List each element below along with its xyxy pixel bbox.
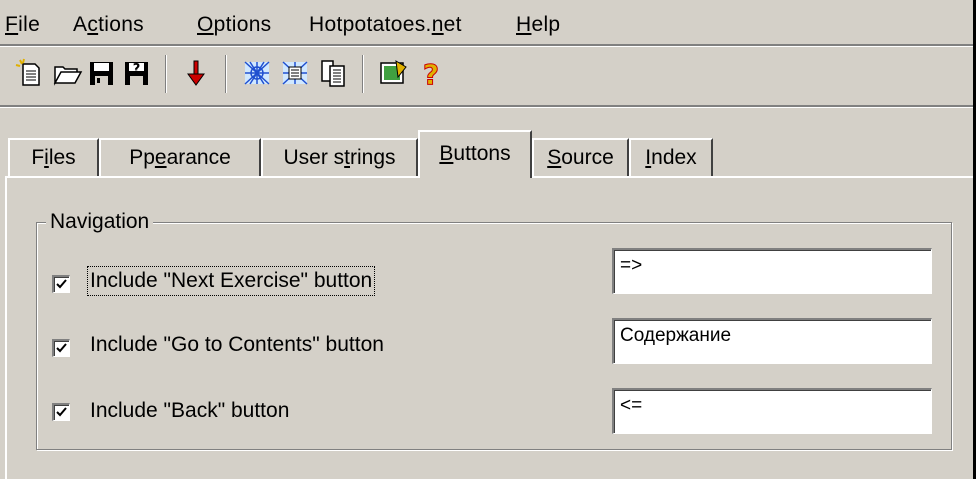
menu-file[interactable]: File [5, 12, 40, 38]
tutorial-icon [380, 60, 407, 84]
back-label[interactable]: Include "Back" button [88, 397, 291, 425]
save-as-button[interactable]: ? [121, 57, 153, 89]
next-exercise-checkbox[interactable] [52, 275, 70, 293]
create-alt-web-page-button[interactable] [279, 57, 311, 89]
menu-help-label: elp [531, 13, 561, 36]
save-button[interactable] [86, 57, 118, 89]
back-caption-field[interactable]: <= [612, 388, 932, 434]
menu-hotpotatoes-label-a: Hotpotatoes. [309, 13, 432, 36]
open-icon [53, 66, 83, 86]
help-icon: ? [422, 58, 439, 90]
checkmark-icon [56, 407, 67, 417]
toolbar-separator [165, 55, 167, 93]
menu-file-mnemonic: F [5, 13, 19, 36]
menu-actions-label-b: tions [98, 13, 144, 36]
menu-bar: File Actions Options Hotpotatoes.net Hel… [0, 0, 973, 44]
tab-files-label-b: les [48, 146, 76, 169]
go-to-contents-caption-field[interactable]: Содержание [612, 318, 932, 364]
next-exercise-label[interactable]: Include "Next Exercise" button [86, 266, 376, 296]
tab-appearance[interactable]: Ppearance [99, 138, 261, 176]
tab-source[interactable]: Source [532, 138, 629, 176]
toolbar-separator [225, 55, 227, 93]
menu-actions-label-a: A [73, 13, 88, 36]
tab-buttons-label: uttons [453, 142, 511, 165]
menu-help-mnemonic: H [516, 13, 532, 36]
tab-appearance-label-b: arance [166, 146, 231, 169]
menu-hotpotatoes-mnemonic: n [431, 13, 444, 36]
save-icon [90, 62, 113, 85]
help-button[interactable]: ? [415, 57, 447, 90]
menu-options-label: ptions [213, 13, 272, 36]
menu-hotpotatoes-label-b: et [443, 13, 462, 36]
tutorial-button[interactable] [378, 57, 410, 89]
web-page-alt-icon [282, 61, 308, 85]
menu-options-mnemonic: O [197, 13, 214, 36]
menu-help[interactable]: Help [516, 12, 560, 38]
open-file-button[interactable] [52, 57, 84, 89]
navigation-group-title: Navigation [46, 209, 154, 235]
new-icon [15, 58, 40, 86]
tab-buttons-mnemonic: B [439, 142, 454, 165]
checkmark-icon [56, 343, 67, 353]
copy-icon [321, 60, 345, 87]
svg-text:?: ? [133, 62, 141, 77]
tab-user-strings-label-a: User s [283, 146, 345, 169]
new-file-button[interactable] [14, 57, 46, 89]
toolbar-separator [362, 55, 364, 93]
tab-files[interactable]: Files [8, 138, 99, 176]
export-button[interactable] [180, 57, 212, 89]
tab-source-mnemonic: S [547, 146, 562, 169]
menu-actions-mnemonic: c [87, 13, 99, 36]
next-exercise-caption-field[interactable]: => [612, 248, 932, 294]
tab-index[interactable]: Index [629, 138, 713, 176]
copy-button[interactable] [317, 57, 349, 89]
tab-index-label: ndex [651, 146, 697, 169]
menu-file-label: ile [18, 13, 41, 36]
menu-actions[interactable]: Actions [73, 12, 144, 38]
create-web-page-button[interactable] [241, 57, 273, 89]
tab-user-strings[interactable]: User strings [261, 138, 418, 176]
checkmark-icon [56, 279, 67, 289]
app-window: File Actions Options Hotpotatoes.net Hel… [0, 0, 976, 479]
tab-files-label-a: F [31, 146, 45, 169]
tab-appearance-label-a: Pp [129, 146, 155, 169]
tab-buttons[interactable]: Buttons [418, 130, 532, 178]
toolbar: ? ? [0, 47, 973, 107]
export-icon [187, 60, 205, 86]
web-page-icon [244, 61, 270, 85]
menu-options[interactable]: Options [197, 12, 271, 38]
tab-source-label: ource [561, 146, 614, 169]
go-to-contents-label[interactable]: Include "Go to Contents" button [88, 331, 386, 359]
tab-appearance-mnemonic: e [154, 146, 167, 169]
back-checkbox[interactable] [52, 403, 70, 421]
svg-text:?: ? [423, 58, 439, 89]
go-to-contents-checkbox[interactable] [52, 339, 70, 357]
tab-user-strings-label-b: rings [350, 146, 396, 169]
save-as-icon: ? [125, 62, 148, 85]
toolbar-divider [0, 105, 973, 108]
menu-hotpotatoes[interactable]: Hotpotatoes.net [309, 12, 462, 38]
